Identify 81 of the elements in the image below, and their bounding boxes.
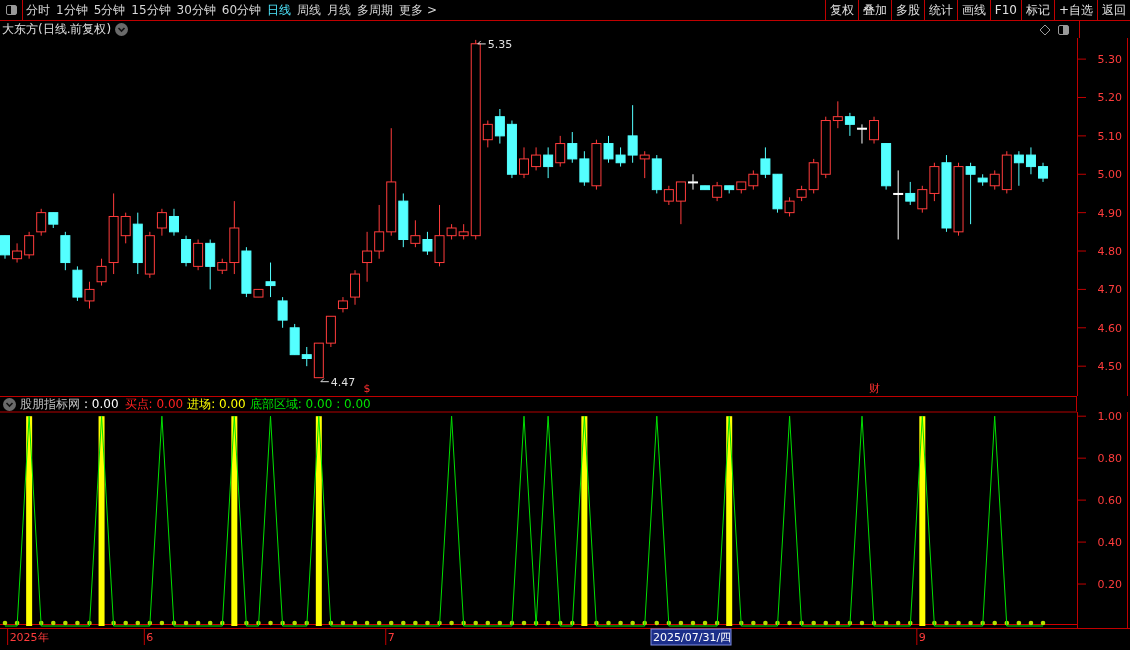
candle bbox=[1013, 150, 1024, 187]
candle bbox=[688, 173, 698, 191]
candle bbox=[337, 296, 348, 313]
period-tab[interactable]: 15分钟 bbox=[128, 0, 174, 20]
chevron-down-icon[interactable] bbox=[3, 397, 16, 411]
candle bbox=[844, 112, 855, 137]
candle bbox=[12, 242, 23, 264]
axis-tick-label: 4.80 bbox=[1097, 245, 1122, 258]
indicator-reading: 买点: 0.00 bbox=[124, 395, 184, 413]
candle bbox=[543, 146, 554, 179]
toolbar-button[interactable]: 画线 bbox=[956, 0, 990, 20]
candle bbox=[519, 146, 529, 179]
axis-tick-label: 1.00 bbox=[1097, 412, 1122, 424]
period-tab[interactable]: 周线 bbox=[294, 0, 325, 20]
candle bbox=[856, 123, 867, 145]
candle bbox=[24, 231, 35, 260]
candle bbox=[181, 235, 192, 267]
toolbar-button[interactable]: 复权 bbox=[824, 0, 858, 20]
candle bbox=[1038, 162, 1048, 183]
date-label: 2025年 bbox=[9, 631, 49, 644]
axis-tick-label: 5.00 bbox=[1097, 168, 1122, 182]
period-tab[interactable]: 1分钟 bbox=[53, 0, 91, 20]
axis-tick-label: 4.70 bbox=[1097, 283, 1122, 297]
axis-tick-label: 0.40 bbox=[1097, 536, 1122, 550]
axis-tick-label: 0.80 bbox=[1097, 452, 1122, 466]
candle bbox=[60, 231, 71, 271]
candle bbox=[579, 150, 590, 187]
candle bbox=[567, 131, 578, 164]
axis-tick-label: 5.10 bbox=[1097, 129, 1122, 143]
date-label: 7 bbox=[387, 631, 395, 644]
axis-tick-label: 4.50 bbox=[1097, 360, 1122, 374]
annotation: 4.47 bbox=[330, 375, 356, 389]
date-label: 9 bbox=[918, 631, 926, 644]
indicator-reading: 进场: 0.00 bbox=[187, 395, 246, 413]
period-tab[interactable]: 5分钟 bbox=[90, 0, 129, 20]
candle bbox=[0, 235, 10, 260]
chevron-down-icon[interactable] bbox=[115, 23, 129, 36]
candle bbox=[555, 135, 566, 168]
indicator-reading: 底部区域: 0.00 : 0.00 bbox=[249, 395, 371, 413]
toolbar-button[interactable]: F10 bbox=[989, 0, 1021, 20]
toolbar-button[interactable]: 统计 bbox=[923, 0, 957, 20]
axis-tick-label: 0.20 bbox=[1097, 578, 1122, 592]
candle bbox=[72, 265, 83, 302]
candle bbox=[1025, 146, 1036, 175]
period-tab[interactable]: 30分钟 bbox=[173, 0, 219, 20]
candle bbox=[277, 296, 288, 329]
period-tab[interactable]: 60分钟 bbox=[218, 0, 265, 20]
high-price-label: 5.35 bbox=[477, 38, 513, 51]
toolbar-button[interactable]: +自选 bbox=[1053, 0, 1097, 20]
annotation: 5.35 bbox=[487, 37, 513, 51]
cursor-date-label: 2025/07/31/四 bbox=[650, 628, 732, 646]
toolbar-button[interactable]: 返回 bbox=[1097, 0, 1130, 20]
period-tab[interactable]: 日线 bbox=[264, 0, 295, 20]
candle bbox=[531, 146, 542, 171]
toolbar-button[interactable]: 多股 bbox=[890, 0, 924, 20]
candle bbox=[917, 185, 928, 214]
event-marker[interactable]: $ bbox=[363, 382, 371, 395]
period-tab[interactable]: 更多 > bbox=[396, 0, 440, 20]
candle bbox=[350, 269, 361, 306]
period-tab[interactable]: 月线 bbox=[324, 0, 355, 20]
candle bbox=[84, 281, 95, 310]
event-marker[interactable]: 财 bbox=[868, 382, 880, 395]
axis-tick-label: 0.60 bbox=[1097, 494, 1122, 508]
axis-tick-label: 4.90 bbox=[1097, 206, 1122, 220]
candle bbox=[362, 231, 373, 283]
axis-tick-label: 5.20 bbox=[1097, 91, 1122, 105]
toolbar-button[interactable]: 叠加 bbox=[857, 0, 891, 20]
period-tab[interactable]: 多周期 bbox=[354, 0, 397, 20]
candle bbox=[169, 208, 179, 237]
indicator-value: : 0.00 bbox=[84, 397, 119, 411]
candle bbox=[325, 315, 336, 348]
toolbar-button[interactable]: 标记 bbox=[1020, 0, 1054, 20]
axis-tick-label: 5.30 bbox=[1097, 53, 1122, 67]
axis-tick-label: 4.60 bbox=[1097, 321, 1122, 335]
panel-toggle-icon[interactable] bbox=[1055, 24, 1071, 35]
date-label: 6 bbox=[146, 631, 154, 644]
indicator-name: 股朋指标网 bbox=[20, 395, 80, 413]
period-tab[interactable]: 分时 bbox=[23, 0, 53, 20]
low-price-label: 4.47 bbox=[320, 375, 356, 389]
stock-title: 大东方(日线.前复权) bbox=[1, 21, 112, 38]
diamond-icon[interactable] bbox=[1039, 23, 1051, 36]
